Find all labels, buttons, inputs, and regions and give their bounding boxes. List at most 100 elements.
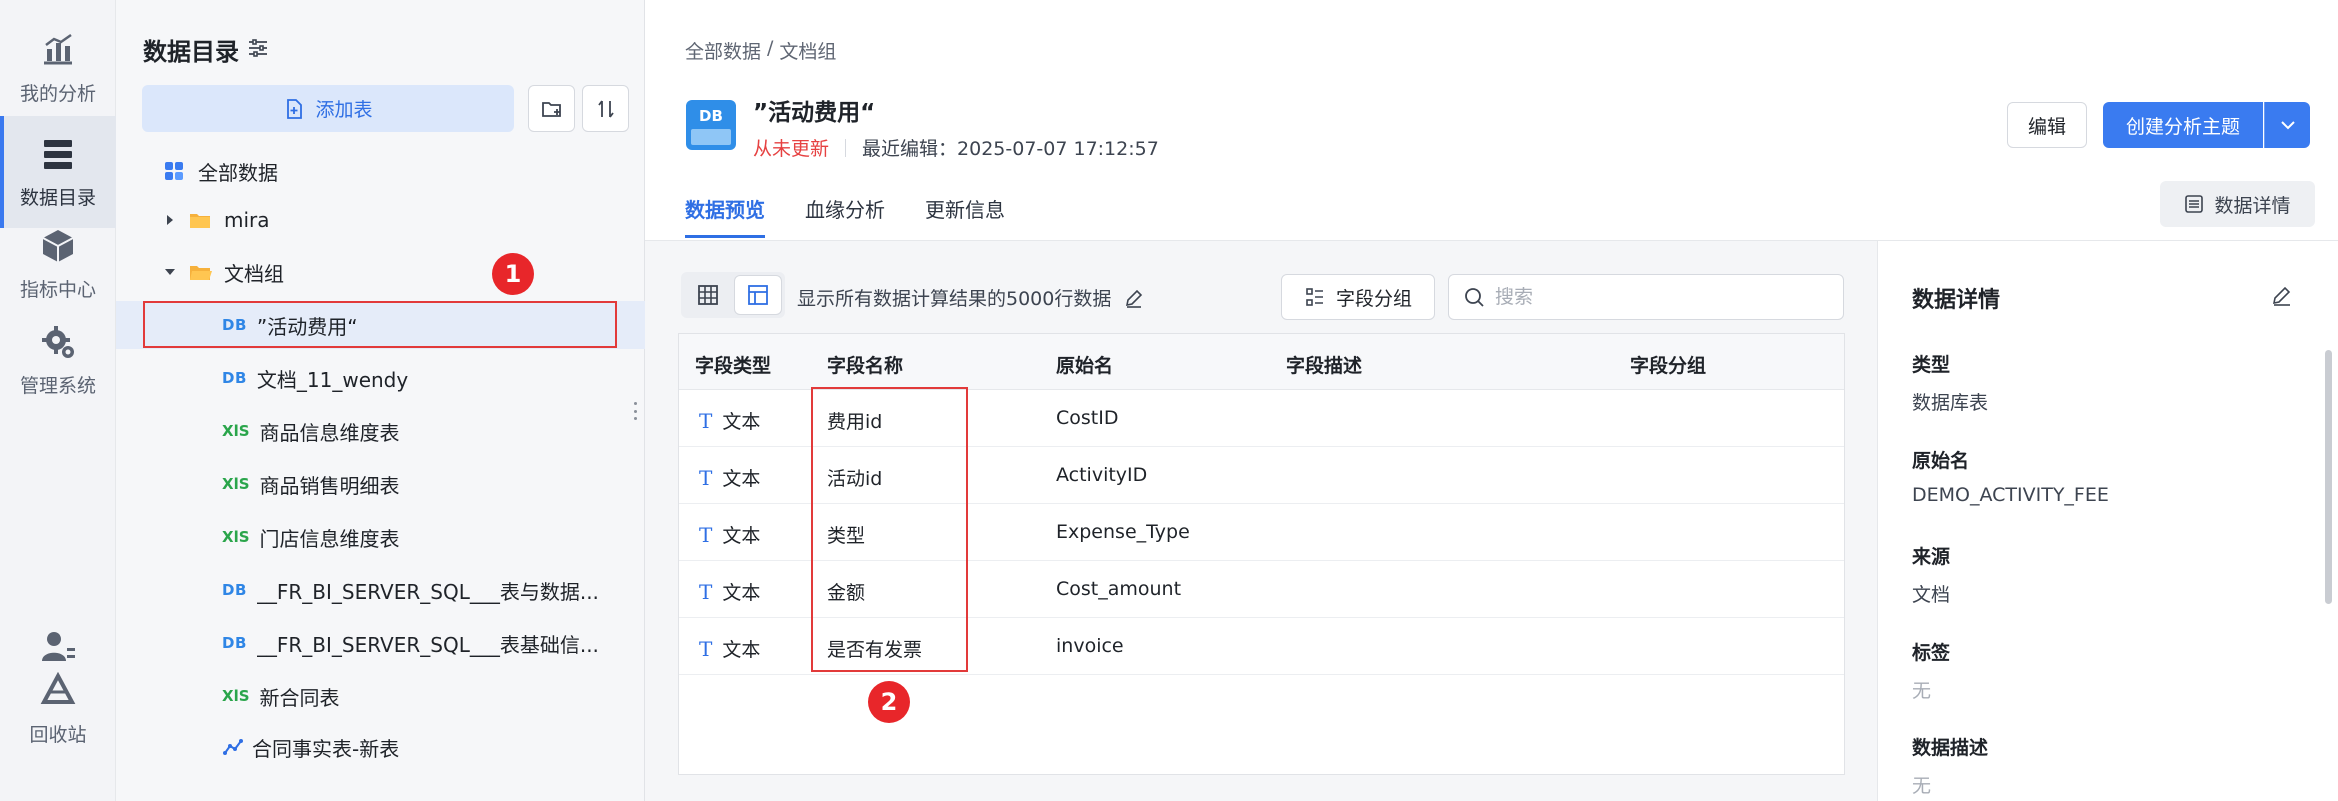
create-analysis-dropdown[interactable] xyxy=(2264,102,2310,148)
search-icon xyxy=(1465,288,1484,307)
grid-view-button[interactable] xyxy=(685,276,731,314)
text-type-icon: T xyxy=(699,579,713,604)
tab-data-preview[interactable]: 数据预览 xyxy=(685,194,765,238)
tree-item-sql-table-1[interactable]: DB __FR_BI_SERVER_SQL___表与数据... xyxy=(116,566,645,614)
details-scrollbar[interactable] xyxy=(2325,350,2332,604)
cell-type: 文本 xyxy=(722,639,761,661)
user-icon xyxy=(42,631,75,661)
tree-item-label: __FR_BI_SERVER_SQL___表基础信... xyxy=(256,632,599,657)
grid-apps-icon xyxy=(165,162,183,180)
meta-divider xyxy=(845,138,847,157)
tree-item-folder-docs[interactable]: 文档组 xyxy=(116,248,645,296)
last-edited: 最近编辑：2025-07-07 17:12:57 xyxy=(862,138,1159,160)
field-view-button[interactable] xyxy=(735,276,781,314)
tree-item-contract-fact[interactable]: 合同事实表-新表 xyxy=(116,723,645,771)
xls-type-icon: XlS xyxy=(222,528,250,546)
list-detail-icon xyxy=(2185,195,2204,213)
tree-item-label: 商品信息维度表 xyxy=(259,420,400,445)
db-type-icon: DB xyxy=(222,634,247,652)
tree-item-label: 门店信息维度表 xyxy=(259,526,400,551)
details-value-type: 数据库表 xyxy=(1912,392,1989,414)
db-type-icon: DB xyxy=(222,581,247,599)
tree-item-store-info[interactable]: XlS 门店信息维度表 xyxy=(116,513,645,561)
tree-item-label: 商品销售明细表 xyxy=(259,473,400,498)
text-type-icon: T xyxy=(699,408,713,433)
rail-item-recycle-bin[interactable]: 回收站 xyxy=(0,612,116,762)
rail-label: 数据目录 xyxy=(19,186,96,209)
details-value-tags: 无 xyxy=(1912,680,1932,702)
data-details-label: 数据详情 xyxy=(2214,194,2291,217)
tree-item-all-data[interactable]: 全部数据 xyxy=(116,147,645,195)
new-folder-button[interactable] xyxy=(528,85,575,132)
pencil-edit-icon[interactable] xyxy=(2270,284,2294,308)
xls-type-icon: XlS xyxy=(222,422,250,440)
folder-icon xyxy=(190,214,210,228)
column-header-name: 字段名称 xyxy=(827,355,904,377)
data-details-button[interactable]: 数据详情 xyxy=(2160,181,2315,227)
tree-item-product-sales[interactable]: XlS 商品销售明细表 xyxy=(116,460,645,508)
catalog-title: 数据目录 xyxy=(143,38,239,66)
tree-item-label: 文档_11_wendy xyxy=(256,367,409,392)
cell-type: 文本 xyxy=(722,525,761,547)
highlight-box-selected-table xyxy=(143,301,617,348)
tab-lineage[interactable]: 血缘分析 xyxy=(805,194,885,238)
step-marker-1: 1 xyxy=(492,253,534,295)
edit-button[interactable]: 编辑 xyxy=(2007,102,2087,148)
caret-right-icon[interactable] xyxy=(162,212,178,228)
rail-label: 回收站 xyxy=(29,723,87,746)
breadcrumb-separator: / xyxy=(767,37,774,59)
field-group-label: 字段分组 xyxy=(1335,287,1412,310)
details-label-description: 数据描述 xyxy=(1912,737,1989,759)
breadcrumb-root[interactable]: 全部数据 xyxy=(685,37,761,64)
tree-item-folder-mira[interactable]: mira xyxy=(116,196,645,244)
details-value-source: 文档 xyxy=(1912,584,1951,606)
details-title: 数据详情 xyxy=(1912,288,2001,313)
panel-resize-handle[interactable] xyxy=(634,402,638,420)
tree-item-label: 合同事实表-新表 xyxy=(252,736,400,761)
rail-item-admin[interactable]: 管理系统 xyxy=(0,304,116,416)
nav-rail: 我的分析 数据目录 指标中心 管理系统 回收站 xyxy=(0,0,116,801)
tree-item-label: 新合同表 xyxy=(259,685,340,710)
cell-type: 文本 xyxy=(722,468,761,490)
db-icon-text: DB xyxy=(699,107,723,125)
add-table-button[interactable]: 添加表 xyxy=(142,85,514,132)
field-group-button[interactable]: 字段分组 xyxy=(1281,274,1435,320)
db-type-icon: DB xyxy=(222,369,247,387)
search-input[interactable] xyxy=(1495,286,1825,308)
database-icon xyxy=(44,139,72,169)
layout-panel-icon xyxy=(748,285,768,305)
app-window: 我的分析 数据目录 指标中心 管理系统 回收站 数据目录 添加表 全部数据 mi… xyxy=(0,0,2338,801)
caret-down-icon[interactable] xyxy=(162,264,178,280)
breadcrumb-current[interactable]: 文档组 xyxy=(779,37,836,64)
rail-item-my-analysis[interactable]: 我的分析 xyxy=(0,12,116,124)
cell-original: ActivityID xyxy=(1056,464,1148,486)
gear-icon xyxy=(42,325,74,358)
tree-item-label: 全部数据 xyxy=(198,160,278,185)
group-list-icon xyxy=(1306,288,1323,306)
tree-item-doc-wendy[interactable]: DB 文档_11_wendy xyxy=(116,354,645,402)
text-type-icon: T xyxy=(699,636,713,661)
tree-item-product-info[interactable]: XlS 商品信息维度表 xyxy=(116,407,645,455)
rail-label: 管理系统 xyxy=(19,374,96,397)
breadcrumb: 全部数据 / 文档组 xyxy=(685,37,836,64)
cell-type: 文本 xyxy=(722,411,761,433)
create-analysis-button[interactable]: 创建分析主题 xyxy=(2103,102,2263,148)
chart-icon xyxy=(44,33,72,64)
column-header-group: 字段分组 xyxy=(1630,355,1707,377)
tree-item-new-contract[interactable]: XlS 新合同表 xyxy=(116,672,645,720)
text-type-icon: T xyxy=(699,465,713,490)
details-value-original: DEMO_ACTIVITY_FEE xyxy=(1912,484,2109,506)
database-table-icon: DB xyxy=(686,100,736,150)
add-table-label: 添加表 xyxy=(315,99,373,121)
pencil-edit-icon[interactable] xyxy=(1123,287,1145,309)
tree-item-sql-table-2[interactable]: DB __FR_BI_SERVER_SQL___表基础信... xyxy=(116,619,645,667)
tab-update-info[interactable]: 更新信息 xyxy=(925,194,1005,238)
sort-button[interactable] xyxy=(582,85,629,132)
filter-settings-icon[interactable] xyxy=(246,36,270,60)
search-box[interactable] xyxy=(1448,274,1844,320)
dataset-meta: 从未更新 最近编辑：2025-07-07 17:12:57 xyxy=(753,134,1159,161)
text-type-icon: T xyxy=(699,522,713,547)
folder-open-icon xyxy=(190,266,212,280)
tree-item-label: mira xyxy=(224,208,270,232)
recycle-icon xyxy=(40,671,76,704)
